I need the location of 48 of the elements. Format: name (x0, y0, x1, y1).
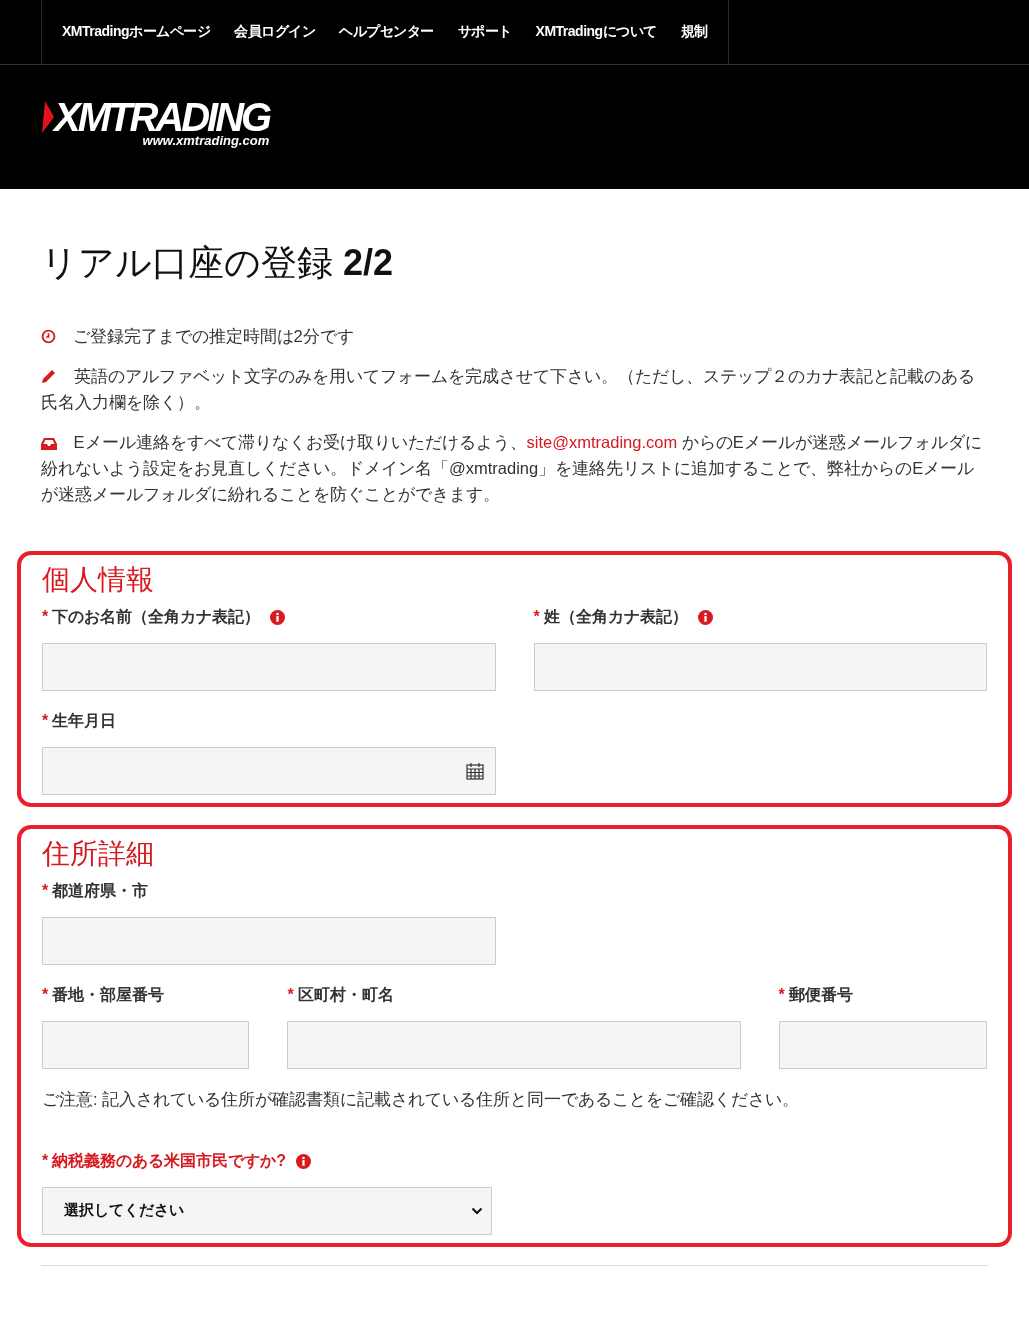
nav-link[interactable]: 規制 (680, 23, 708, 41)
required-asterisk: * (42, 608, 49, 627)
input-field[interactable] (42, 916, 496, 965)
required-asterisk: * (533, 608, 540, 627)
email-link[interactable]: site@xmtrading.com (526, 432, 678, 451)
logo-mark-icon (42, 100, 54, 133)
notice-text: ご登録完了までの推定時間は2分です (41, 322, 988, 349)
step-counter: 2/2 (343, 242, 394, 283)
input-field[interactable] (287, 1020, 741, 1069)
required-asterisk: * (287, 986, 294, 1005)
info-icon[interactable] (697, 609, 713, 625)
nav-link[interactable]: XMTradingホームページ (62, 23, 211, 41)
nav-link[interactable]: サポート (457, 23, 512, 41)
nav-link[interactable]: 会員ログイン (234, 23, 316, 41)
field-label: 番地・部屋番号 (52, 984, 165, 1005)
field-label: 区町村・町名 (297, 984, 394, 1005)
field-label: 郵便番号 (788, 984, 853, 1005)
notice-text: 英語のアルファベット文字のみを用いてフォームを完成させて下さい。（ただし、ステップ２のカナ表記と記載のある氏名入力欄を除く）。 (41, 365, 976, 413)
input-field[interactable] (533, 642, 987, 691)
field-label: 下のお名前（全角カナ表記） (52, 606, 261, 627)
required-asterisk: * (42, 882, 49, 901)
field-label: 納税義務のある米国市民ですか? (52, 1150, 286, 1171)
input-field[interactable] (42, 642, 496, 691)
date-field[interactable] (42, 746, 496, 795)
input-field[interactable] (42, 1020, 250, 1069)
clock-icon (41, 328, 56, 344)
inbox-icon (41, 436, 57, 450)
notice-text: Eメール連絡をすべて滞りなくお受け取りいただけるよう、site@xmtrading.com からのEメールが迷惑メールフォルダに紛れないよう設定をお見直しください。ドメイン名「@xmtrading」を連絡先リストに追加することで、弊社からのEメールが迷惑メールフォルダに紛れることを防ぐことができます。 (41, 431, 983, 505)
info-icon[interactable] (296, 1153, 311, 1169)
section-title: 住所詳細 (42, 836, 155, 871)
select-dropdown[interactable]: 選択してください (42, 1186, 492, 1235)
chevron-down-icon (471, 1206, 483, 1215)
required-asterisk: * (42, 1152, 49, 1171)
field-label: 生年月日 (52, 710, 117, 731)
pencil-icon (41, 367, 57, 384)
nav-link[interactable]: ヘルプセンター (339, 23, 434, 41)
input-field[interactable] (778, 1020, 987, 1069)
required-asterisk: * (778, 986, 785, 1005)
calendar-icon[interactable] (465, 761, 484, 780)
section-title: 個人情報 (42, 562, 155, 597)
address-note: ご注意: 記入されている住所が確認書類に記載されている住所と同一であることをご確認ください。 (42, 1088, 801, 1110)
required-asterisk: * (42, 712, 49, 731)
nav-link[interactable]: XMTradingについて (535, 23, 657, 41)
info-icon[interactable] (270, 609, 286, 625)
field-label: 姓（全角カナ表記） (543, 606, 688, 627)
required-asterisk: * (42, 986, 49, 1005)
field-label: 都道府県・市 (52, 880, 149, 901)
page-title: リアル口座の登録 (41, 242, 333, 283)
